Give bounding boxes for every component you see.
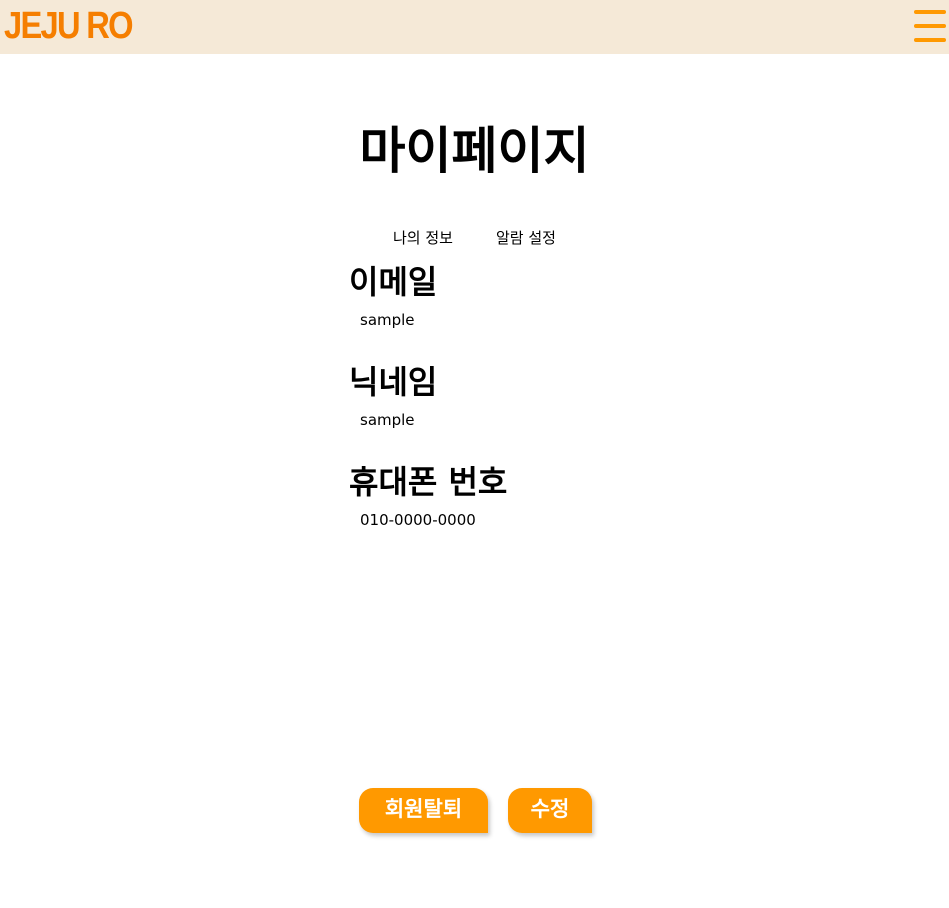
phone-label: 휴대폰 번호 xyxy=(349,463,508,501)
edit-button[interactable]: 수정 xyxy=(508,788,592,833)
menu-bar-bottom xyxy=(914,38,946,42)
email-value: sample xyxy=(360,311,415,329)
logo[interactable]: JEJU RO xyxy=(4,4,134,48)
nickname-label: 닉네임 xyxy=(349,363,438,401)
menu-bar-top xyxy=(914,10,946,14)
nickname-value: sample xyxy=(360,411,415,429)
phone-value: 010-0000-0000 xyxy=(360,511,476,529)
withdraw-button[interactable]: 회원탈퇴 xyxy=(359,788,488,833)
top-header: JEJU RO xyxy=(0,0,949,54)
tab-alarm-settings[interactable]: 알람 설정 xyxy=(496,228,556,248)
hamburger-menu-icon[interactable] xyxy=(914,10,946,44)
tab-my-info[interactable]: 나의 정보 xyxy=(393,228,453,248)
menu-bar-middle xyxy=(914,24,946,28)
page-title: 마이페이지 xyxy=(359,122,590,180)
email-label: 이메일 xyxy=(349,263,438,301)
